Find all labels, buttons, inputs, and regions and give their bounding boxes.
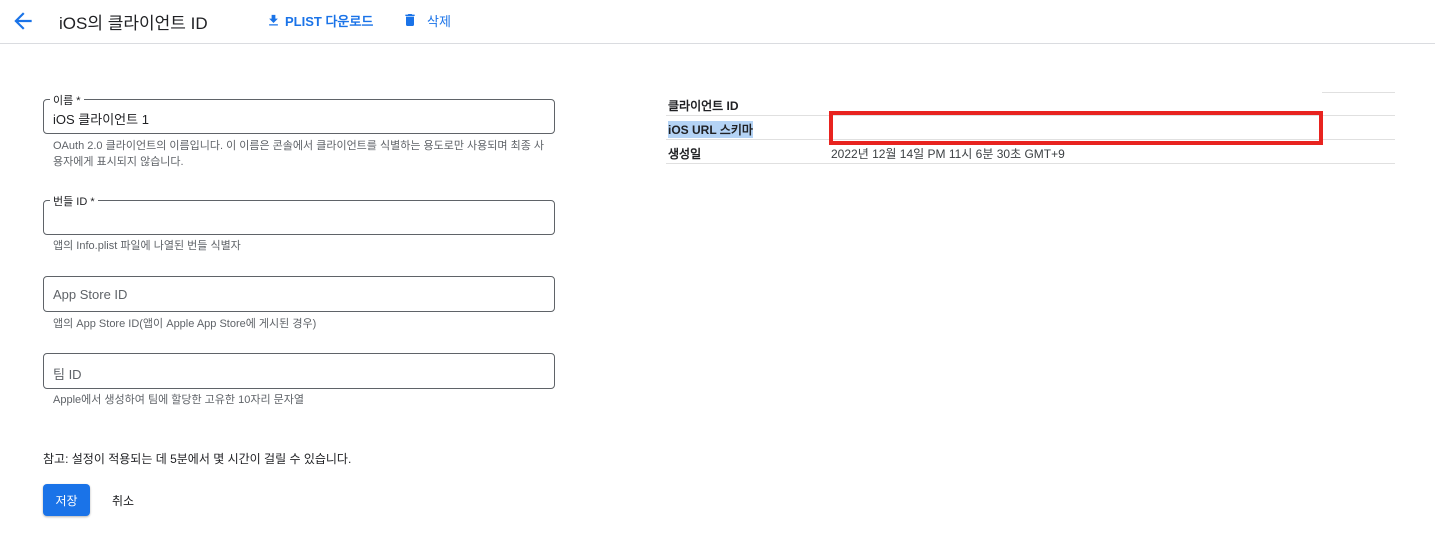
name-field-helper: OAuth 2.0 클라이언트의 이름입니다. 이 이름은 콘솔에서 클라이언트… <box>53 140 545 168</box>
app-store-id-helper: 앱의 App Store ID(앱이 Apple App Store에 게시된 … <box>53 318 317 330</box>
team-id-helper: Apple에서 생성하여 팀에 할당한 고유한 10자리 문자열 <box>53 394 304 406</box>
bundle-id-field[interactable]: 번들 ID * <box>43 193 555 235</box>
app-store-id-placeholder: App Store ID <box>53 287 128 302</box>
trash-icon <box>405 14 415 26</box>
bundle-id-field-helper: 앱의 Info.plist 파일에 나열된 번들 식별자 <box>53 240 241 252</box>
save-button[interactable]: 저장 <box>43 484 90 516</box>
team-id-placeholder: 팀 ID <box>53 367 82 382</box>
info-value-created: 2022년 12월 14일 PM 11시 6분 30초 GMT+9 <box>831 147 1065 161</box>
download-plist-label: PLIST 다운로드 <box>285 13 374 29</box>
settings-note: 참고: 설정이 적용되는 데 5분에서 몇 시간이 걸릴 수 있습니다. <box>43 452 352 466</box>
arrow-left-icon <box>14 12 32 30</box>
info-key-url-scheme: iOS URL 스키마 <box>668 121 753 138</box>
cancel-button[interactable]: 취소 <box>104 484 142 516</box>
delete-button[interactable]: 삭제 <box>402 10 451 30</box>
info-key-client-id: 클라이언트 ID <box>668 99 739 113</box>
bundle-id-field-label: 번들 ID * <box>50 193 98 209</box>
delete-label: 삭제 <box>427 13 451 29</box>
back-button[interactable] <box>10 8 36 34</box>
page-title: iOS의 클라이언트 ID <box>59 14 208 33</box>
redaction-highlight-box <box>829 111 1323 145</box>
name-field[interactable]: 이름 * iOS 클라이언트 1 <box>43 92 555 134</box>
download-icon <box>269 14 278 25</box>
top-app-bar: iOS의 클라이언트 ID PLIST 다운로드 삭제 <box>0 0 1435 44</box>
download-plist-button[interactable]: PLIST 다운로드 <box>266 10 373 30</box>
name-field-label: 이름 * <box>50 92 84 108</box>
team-id-field[interactable]: 팀 ID <box>43 353 555 389</box>
app-store-id-field[interactable]: App Store ID <box>43 276 555 312</box>
info-key-created: 생성일 <box>668 147 702 161</box>
name-field-value: iOS 클라이언트 1 <box>53 112 149 127</box>
